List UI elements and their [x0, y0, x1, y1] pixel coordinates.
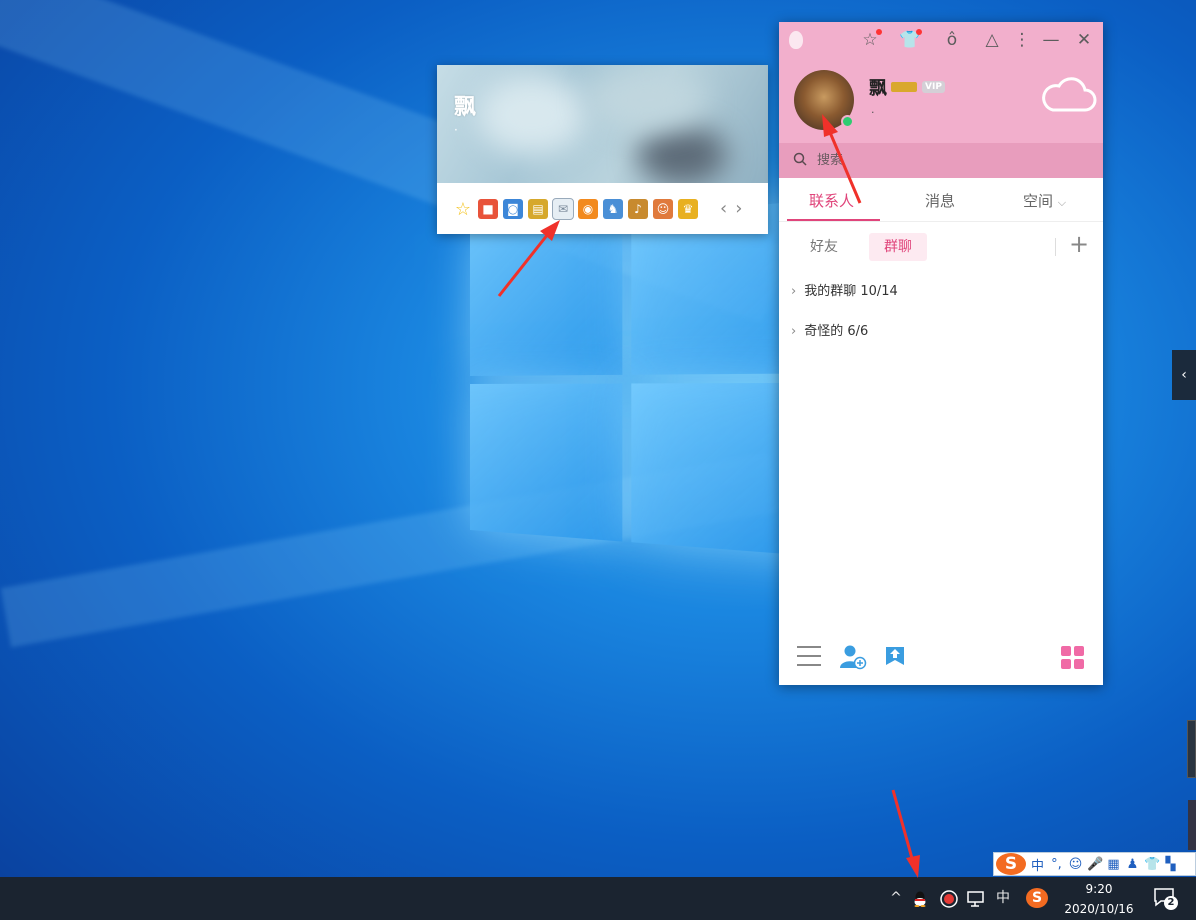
annotation-arrow-avatar: [822, 114, 862, 204]
annotation-arrow-mail: [497, 220, 560, 297]
annotation-arrow-tray: [891, 789, 920, 878]
annotation-arrows: [497, 114, 920, 878]
